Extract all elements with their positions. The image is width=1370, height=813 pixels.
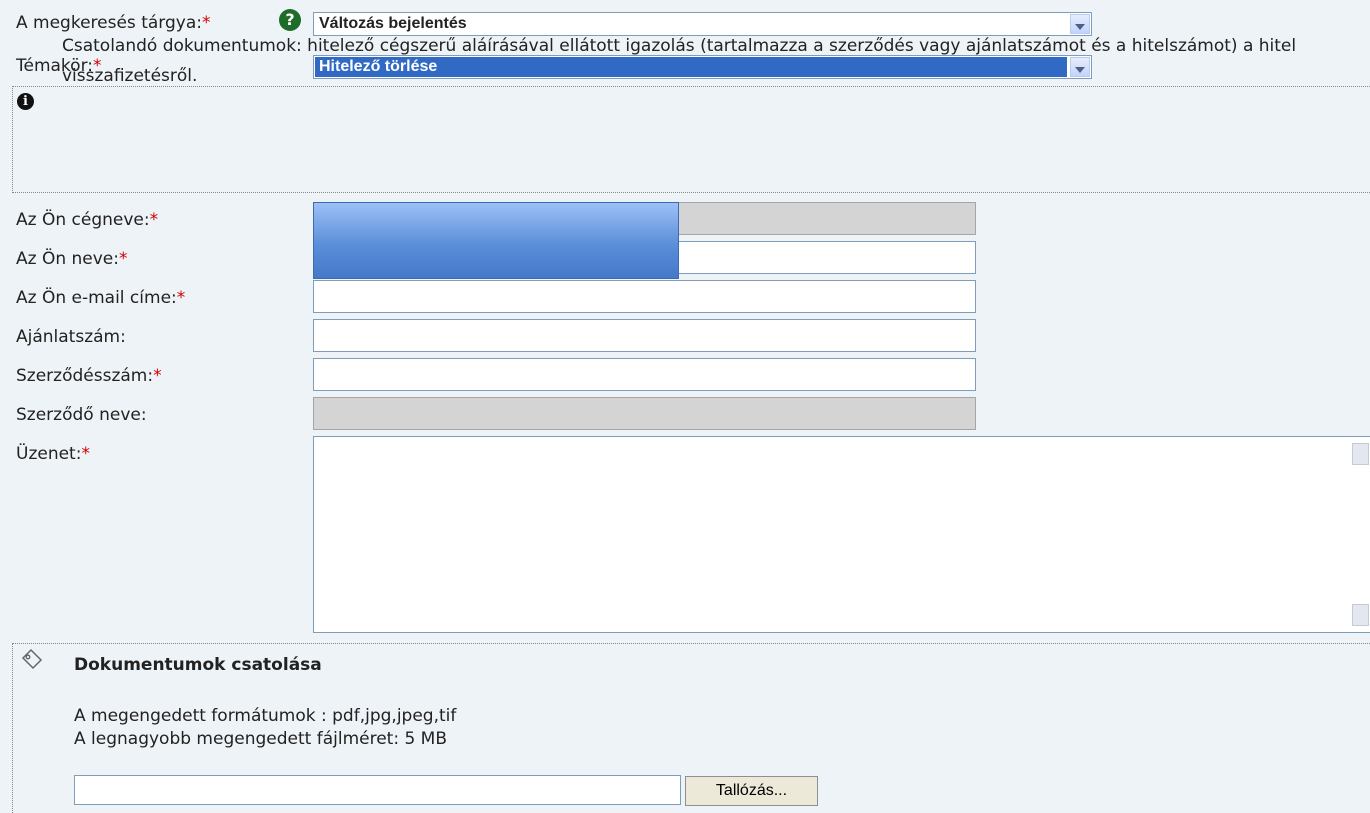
- paperclip-icon: [21, 648, 43, 670]
- browse-button[interactable]: Tallózás...: [685, 776, 818, 806]
- contract-field[interactable]: [313, 358, 976, 391]
- required-mark: *: [153, 366, 162, 386]
- redaction-overlay: [313, 202, 679, 279]
- email-label: Az Ön e-mail címe:*: [16, 288, 186, 308]
- max-file-size: A legnagyobb megengedett fájlméret: 5 MB: [74, 729, 448, 749]
- offer-field[interactable]: [313, 319, 976, 352]
- contract-label: Szerződésszám:*: [16, 366, 162, 386]
- info-icon: i: [17, 93, 34, 110]
- required-mark: *: [149, 210, 159, 230]
- email-field[interactable]: [313, 280, 976, 313]
- file-path-input[interactable]: [74, 775, 681, 805]
- company-label: Az Ön cégneve:*: [16, 210, 159, 230]
- name-label: Az Ön neve:*: [16, 249, 128, 269]
- required-mark: *: [176, 288, 186, 308]
- required-mark: *: [201, 13, 211, 33]
- scroll-up-button[interactable]: [1352, 443, 1369, 465]
- attachments-title: Dokumentumok csatolása: [74, 655, 322, 675]
- message-textarea[interactable]: [313, 436, 1370, 633]
- offer-label: Ajánlatszám:: [16, 327, 126, 347]
- info-box: i: [12, 86, 1370, 193]
- required-mark: *: [81, 444, 90, 464]
- message-label: Üzenet:*: [16, 444, 90, 464]
- help-icon[interactable]: ?: [279, 9, 301, 31]
- subject-label: A megkeresés tárgya:*: [16, 13, 211, 33]
- scroll-down-button[interactable]: [1352, 604, 1369, 626]
- contractor-field: [313, 397, 976, 430]
- required-mark: *: [119, 249, 128, 269]
- info-text: Csatolandó dokumentumok: hitelező cégsze…: [62, 36, 1297, 86]
- contractor-label: Szerződő neve:: [16, 405, 147, 425]
- allowed-formats: A megengedett formátumok : pdf,jpg,jpeg,…: [74, 706, 457, 726]
